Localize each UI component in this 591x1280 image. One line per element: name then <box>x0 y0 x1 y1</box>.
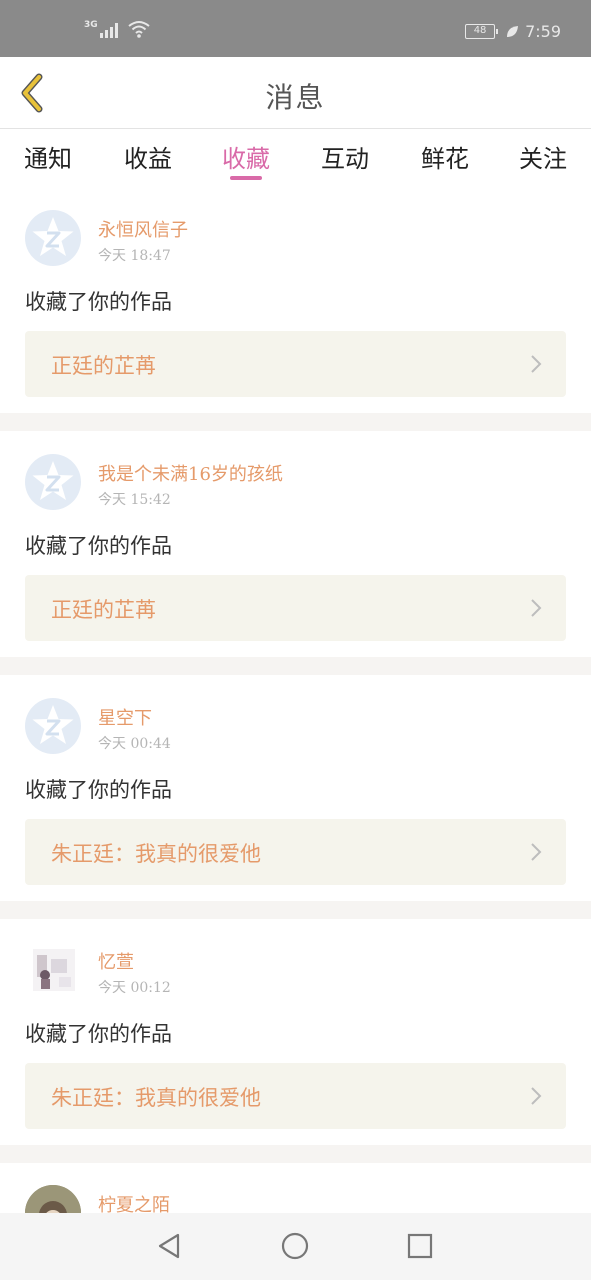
message-card: 星空下 今天 00:44 收藏了你的作品 朱正廷：我真的很爱他 <box>0 675 591 901</box>
nav-back-button[interactable] <box>154 1231 184 1261</box>
message-card: 永恒风信子 今天 18:47 收藏了你的作品 正廷的芷苒 <box>0 187 591 413</box>
work-title: 正廷的芷苒 <box>51 354 156 378</box>
default-avatar-icon <box>32 217 74 256</box>
avatar[interactable] <box>25 1185 81 1213</box>
action-text: 收藏了你的作品 <box>25 534 172 558</box>
avatar[interactable] <box>25 210 81 266</box>
divider <box>0 901 591 919</box>
action-text: 收藏了你的作品 <box>25 778 172 802</box>
active-tab-indicator <box>230 176 262 180</box>
timestamp: 今天 15:42 <box>98 492 171 508</box>
photo-avatar-icon <box>25 1185 81 1213</box>
username[interactable]: 永恒风信子 <box>98 216 188 242</box>
work-title: 正廷的芷苒 <box>51 598 156 622</box>
chevron-right-icon <box>531 1087 542 1105</box>
status-bar: 3G 48 7:59 <box>0 0 591 57</box>
nav-recent-button[interactable] <box>405 1231 435 1261</box>
tab-earnings[interactable]: 收益 <box>124 139 172 174</box>
chevron-right-icon <box>531 599 542 617</box>
header: 消息 <box>0 57 591 129</box>
clock: 7:59 <box>525 22 561 41</box>
message-list[interactable]: 永恒风信子 今天 18:47 收藏了你的作品 正廷的芷苒 我是个未满16岁的孩纸… <box>0 187 591 1213</box>
action-text: 收藏了你的作品 <box>25 1022 172 1046</box>
timestamp: 今天 00:12 <box>98 980 171 996</box>
action-text: 收藏了你的作品 <box>25 290 172 314</box>
status-right: 48 7:59 <box>465 22 561 41</box>
square-recent-icon <box>407 1233 433 1259</box>
nav-home-button[interactable] <box>280 1231 310 1261</box>
network-type: 3G <box>84 20 98 30</box>
wifi-icon <box>128 21 150 38</box>
photo-avatar-icon <box>33 949 75 991</box>
default-avatar-icon <box>32 461 74 500</box>
tab-favorites[interactable]: 收藏 <box>222 139 270 174</box>
chevron-right-icon <box>531 843 542 861</box>
avatar[interactable] <box>33 949 75 991</box>
chevron-right-icon <box>531 355 542 373</box>
message-card: 忆萱 今天 00:12 收藏了你的作品 朱正廷：我真的很爱他 <box>0 919 591 1145</box>
tab-interaction[interactable]: 互动 <box>321 139 369 174</box>
tab-bar: 通知 收益 收藏 互动 鲜花 关注 <box>0 129 591 187</box>
circle-home-icon <box>281 1232 309 1260</box>
message-card: 柠夏之陌 <box>0 1163 591 1213</box>
avatar[interactable] <box>25 698 81 754</box>
work-link[interactable]: 正廷的芷苒 <box>25 331 566 397</box>
default-avatar-icon <box>32 705 74 744</box>
leaf-icon <box>507 25 519 37</box>
divider <box>0 1145 591 1163</box>
page-title: 消息 <box>265 81 326 114</box>
signal-area: 3G <box>84 20 150 38</box>
username[interactable]: 忆萱 <box>98 948 134 974</box>
divider <box>0 657 591 675</box>
battery-icon: 48 <box>465 24 499 39</box>
timestamp: 今天 00:44 <box>98 736 171 752</box>
tab-follow[interactable]: 关注 <box>519 139 567 174</box>
tab-notice[interactable]: 通知 <box>24 139 72 174</box>
work-link[interactable]: 朱正廷：我真的很爱他 <box>25 1063 566 1129</box>
system-nav-bar <box>0 1213 591 1280</box>
avatar[interactable] <box>25 454 81 510</box>
tab-flowers[interactable]: 鲜花 <box>421 139 469 174</box>
username[interactable]: 星空下 <box>98 704 152 730</box>
username[interactable]: 柠夏之陌 <box>98 1191 170 1213</box>
battery-level: 48 <box>473 25 487 36</box>
work-title: 朱正廷：我真的很爱他 <box>51 1086 261 1110</box>
signal-icon <box>99 22 118 38</box>
message-card: 我是个未满16岁的孩纸 今天 15:42 收藏了你的作品 正廷的芷苒 <box>0 431 591 657</box>
triangle-back-icon <box>158 1233 180 1259</box>
username[interactable]: 我是个未满16岁的孩纸 <box>98 460 283 486</box>
work-title: 朱正廷：我真的很爱他 <box>51 842 261 866</box>
work-link[interactable]: 朱正廷：我真的很爱他 <box>25 819 566 885</box>
divider <box>0 413 591 431</box>
timestamp: 今天 18:47 <box>98 248 171 264</box>
work-link[interactable]: 正廷的芷苒 <box>25 575 566 641</box>
